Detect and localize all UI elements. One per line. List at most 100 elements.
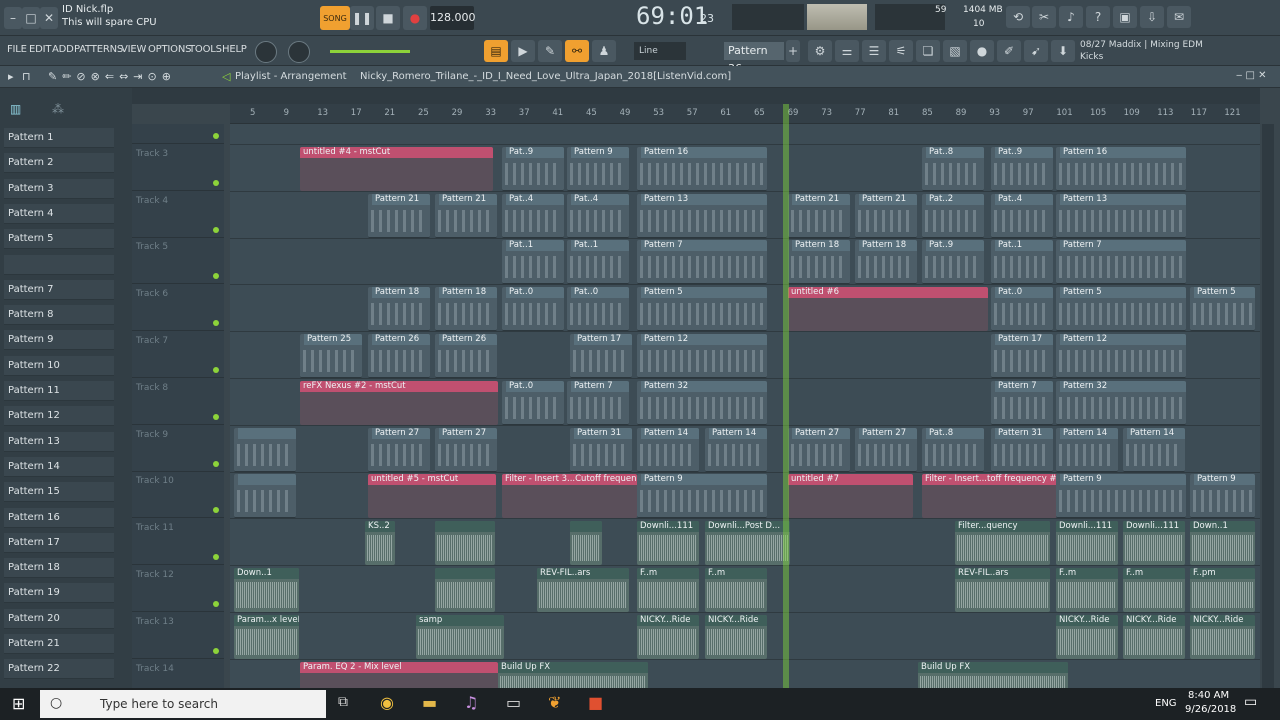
track-mute-led[interactable]: [213, 367, 219, 373]
playlist-clip[interactable]: Pattern 9: [1056, 474, 1186, 519]
track-mute-led[interactable]: [213, 507, 219, 514]
brush-icon[interactable]: ✐: [997, 40, 1021, 62]
pause-button[interactable]: ❚❚: [350, 6, 374, 30]
track-header[interactable]: Track 14: [132, 660, 224, 688]
playlist-clip[interactable]: Pattern 32: [637, 380, 767, 425]
playlist-clip[interactable]: untitled #7: [788, 474, 913, 519]
menu-file[interactable]: FILE: [7, 44, 27, 55]
mic-input-icon[interactable]: ●: [970, 40, 994, 62]
playlist-clip[interactable]: NICKY...Ride: [637, 614, 699, 659]
sort-icon[interactable]: ⁂: [52, 102, 64, 116]
timeline-ruler[interactable]: 5 9 13 17 21 25 29 33 37 41 45 49 53 57 61 65 69 73 77 81 85…: [230, 104, 1260, 124]
playlist-clip[interactable]: Pattern 7: [1056, 240, 1186, 285]
chrome-icon[interactable]: ◉: [380, 693, 394, 712]
menu-help[interactable]: HELP: [222, 44, 247, 55]
playlist-clip[interactable]: Pattern 12: [637, 334, 767, 378]
stop-button[interactable]: ■: [376, 6, 400, 30]
track-mute-led[interactable]: [213, 133, 219, 139]
track-header[interactable]: Track 7: [132, 332, 224, 378]
taskbar-search-box[interactable]: Type here to search: [40, 690, 326, 718]
playlist-clip[interactable]: NICKY...Ride: [1123, 614, 1185, 659]
playlist-clip[interactable]: F..m: [705, 568, 767, 612]
clock-time[interactable]: 8:40 AM: [1188, 690, 1229, 701]
playlist-clip[interactable]: Pattern 13: [637, 193, 767, 238]
playlist-clip[interactable]: Downli...Post D...: [705, 521, 790, 566]
song-mode-button[interactable]: SONG: [320, 6, 350, 30]
save-icon[interactable]: ▣: [1113, 6, 1137, 28]
tempo-display[interactable]: 128.000: [430, 6, 476, 30]
playlist-clip[interactable]: F..pm: [1190, 568, 1255, 612]
playlist-clip[interactable]: [435, 568, 495, 612]
playlist-clip[interactable]: Pattern 27: [855, 427, 917, 472]
record-app-icon[interactable]: ■: [588, 693, 603, 712]
playhead[interactable]: [783, 104, 789, 688]
render-icon[interactable]: ⇩: [1140, 6, 1164, 28]
pattern-list-item[interactable]: Pattern 3: [4, 178, 114, 199]
playlist-clip[interactable]: Param. EQ 2 - Mix level: [300, 661, 498, 688]
playlist-clip[interactable]: Pat..0: [991, 287, 1053, 332]
track-header[interactable]: Track 3: [132, 145, 224, 191]
tools-icon[interactable]: ✂: [1032, 6, 1056, 28]
playlist-clip[interactable]: Pattern 26: [435, 334, 497, 378]
playlist-clip[interactable]: Pattern 27: [368, 427, 430, 472]
piano-roll-icon[interactable]: ▶: [511, 40, 535, 62]
notifications-icon[interactable]: ▭: [1244, 694, 1257, 710]
playlist-clip[interactable]: Build Up FX: [918, 661, 1068, 688]
mic-icon[interactable]: ♪: [1059, 6, 1083, 28]
menu-options[interactable]: OPTIONS: [148, 44, 191, 55]
playlist-clip[interactable]: Downli...111: [1123, 521, 1185, 566]
pattern-list-item[interactable]: Pattern 5: [4, 229, 114, 250]
minimize-button[interactable]: –: [4, 7, 22, 29]
track-header[interactable]: Track 13: [132, 613, 224, 659]
main-volume-slider[interactable]: [330, 50, 410, 53]
news-title[interactable]: 08/27 Maddix | Mixing EDM: [1080, 40, 1203, 50]
pattern-list-item[interactable]: Pattern 8: [4, 305, 114, 326]
track-mute-led[interactable]: [213, 601, 219, 607]
playlist-clip[interactable]: Pattern 14: [1056, 427, 1118, 472]
playlist-clip[interactable]: Pat..4: [567, 193, 629, 238]
pattern-list-item[interactable]: Pattern 19: [4, 583, 114, 604]
undo-icon[interactable]: ⟲: [1006, 6, 1030, 28]
track-header[interactable]: Track 4: [132, 192, 224, 238]
track-mute-led[interactable]: [213, 413, 219, 420]
playlist-clip[interactable]: untitled #5 - mstCut: [368, 474, 496, 519]
pattern-list-item[interactable]: Pattern 9: [4, 330, 114, 351]
pattern-list-item[interactable]: [4, 254, 114, 275]
playlist-clip[interactable]: Build Up FX: [498, 661, 648, 688]
menu-view[interactable]: VIEW: [121, 44, 146, 55]
playlist-clip[interactable]: Pattern 9: [567, 146, 629, 191]
playlist-clip[interactable]: Pattern 21: [855, 193, 917, 238]
playlist-clip[interactable]: Pat..9: [502, 146, 564, 191]
project-icon[interactable]: ❏: [916, 40, 940, 62]
pattern-list-item[interactable]: Pattern 7: [4, 279, 114, 300]
download-icon[interactable]: ⬇: [1051, 40, 1075, 62]
track-mute-led[interactable]: [213, 460, 219, 467]
maximize-button[interactable]: □: [22, 7, 40, 29]
track-header[interactable]: Track 8: [132, 379, 224, 425]
playlist-clip[interactable]: Pattern 14: [1123, 427, 1185, 472]
playlist-clip[interactable]: Down..1: [1190, 521, 1255, 566]
track-mute-led[interactable]: [213, 647, 219, 654]
pattern-list-item[interactable]: Pattern 18: [4, 558, 114, 579]
playlist-clip[interactable]: Pat..9: [922, 240, 984, 285]
playlist-clip[interactable]: [570, 521, 602, 566]
playlist-clip[interactable]: Pat..9: [991, 146, 1053, 191]
pattern-list-item[interactable]: Pattern 20: [4, 608, 114, 629]
play-icon[interactable]: ◁: [222, 70, 230, 83]
track-header[interactable]: Track 12: [132, 566, 224, 612]
playlist-clip[interactable]: Pattern 14: [705, 427, 767, 472]
playlist-clip[interactable]: F..m: [1056, 568, 1118, 612]
playlist-clip[interactable]: Downli...111: [637, 521, 699, 566]
snap-select[interactable]: Line: [634, 42, 686, 60]
pattern-list-item[interactable]: Pattern 10: [4, 355, 114, 376]
playlist-clip[interactable]: NICKY...Ride: [705, 614, 767, 659]
window-controls[interactable]: ‒ □ ✕: [1236, 70, 1267, 81]
playlist-clip[interactable]: Pat..1: [567, 240, 629, 285]
playlist-clip[interactable]: REV-FIL..ars: [537, 568, 629, 612]
playlist-clip[interactable]: [234, 474, 296, 519]
playlist-clip[interactable]: samp: [416, 614, 504, 659]
pattern-list-item[interactable]: Pattern 1: [4, 128, 114, 148]
playlist-clip[interactable]: Pattern 31: [991, 427, 1053, 472]
help-icon[interactable]: ?: [1086, 6, 1110, 28]
language-indicator[interactable]: ENG: [1155, 698, 1177, 709]
